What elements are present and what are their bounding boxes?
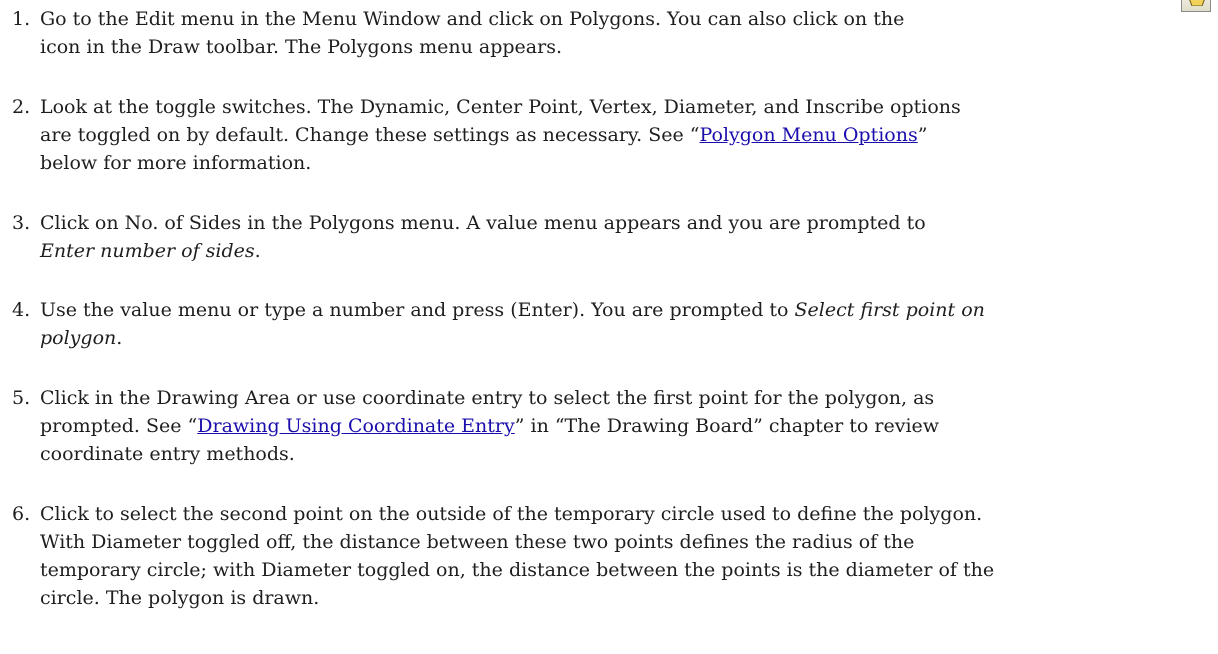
drawing-using-coordinate-entry-link[interactable]: Drawing Using Coordinate Entry [197,415,514,437]
step-number: 6. [12,503,31,525]
step-text: are toggled on by default. Change these … [40,124,700,146]
step-text: . [116,327,123,349]
step-number: 5. [12,387,31,409]
step-text: prompted. See “ [40,415,198,437]
step-text: Use the value menu or type a number and … [40,299,795,321]
step-text: icon in the Draw toolbar. The Polygons m… [40,36,562,58]
prompt-text: Select first point on [794,299,985,321]
step-text-line: polygon. [40,324,1218,352]
step-text: ” [917,124,928,146]
prompt-text: Enter number of sides [40,240,255,262]
step-text-line: prompted. See “Drawing Using Coordinate … [40,412,1218,440]
step-text: Click on No. of Sides in the Polygons me… [40,212,926,234]
step-number: 1. [12,8,31,30]
step-text: Click in the Drawing Area or use coordin… [40,387,935,409]
step-text: With Diameter toggled off, the distance … [40,531,915,553]
step-text: Look at the toggle switches. The Dynamic… [40,96,961,118]
step-text-line: Enter number of sides. [40,237,1218,265]
step-text: circle. The polygon is drawn. [40,587,320,609]
step-text-line: are toggled on by default. Change these … [40,121,1218,149]
step-text: Click to select the second point on the … [40,503,983,525]
step-text: coordinate entry methods. [40,443,295,465]
step-text: ” in “The Drawing Board” chapter to revi… [514,415,940,437]
step-text: . [254,240,261,262]
polygon-menu-options-link[interactable]: Polygon Menu Options [699,124,917,146]
step-text: below for more information. [40,152,312,174]
step-number: 3. [12,212,31,234]
step-number: 2. [12,96,31,118]
prompt-text: polygon [40,327,117,349]
step-text-line: Use the value menu or type a number and … [40,296,1218,324]
step-number: 4. [12,299,31,321]
step-text: Go to the Edit menu in the Menu Window a… [40,8,905,30]
step-text: temporary circle; with Diameter toggled … [40,559,995,581]
